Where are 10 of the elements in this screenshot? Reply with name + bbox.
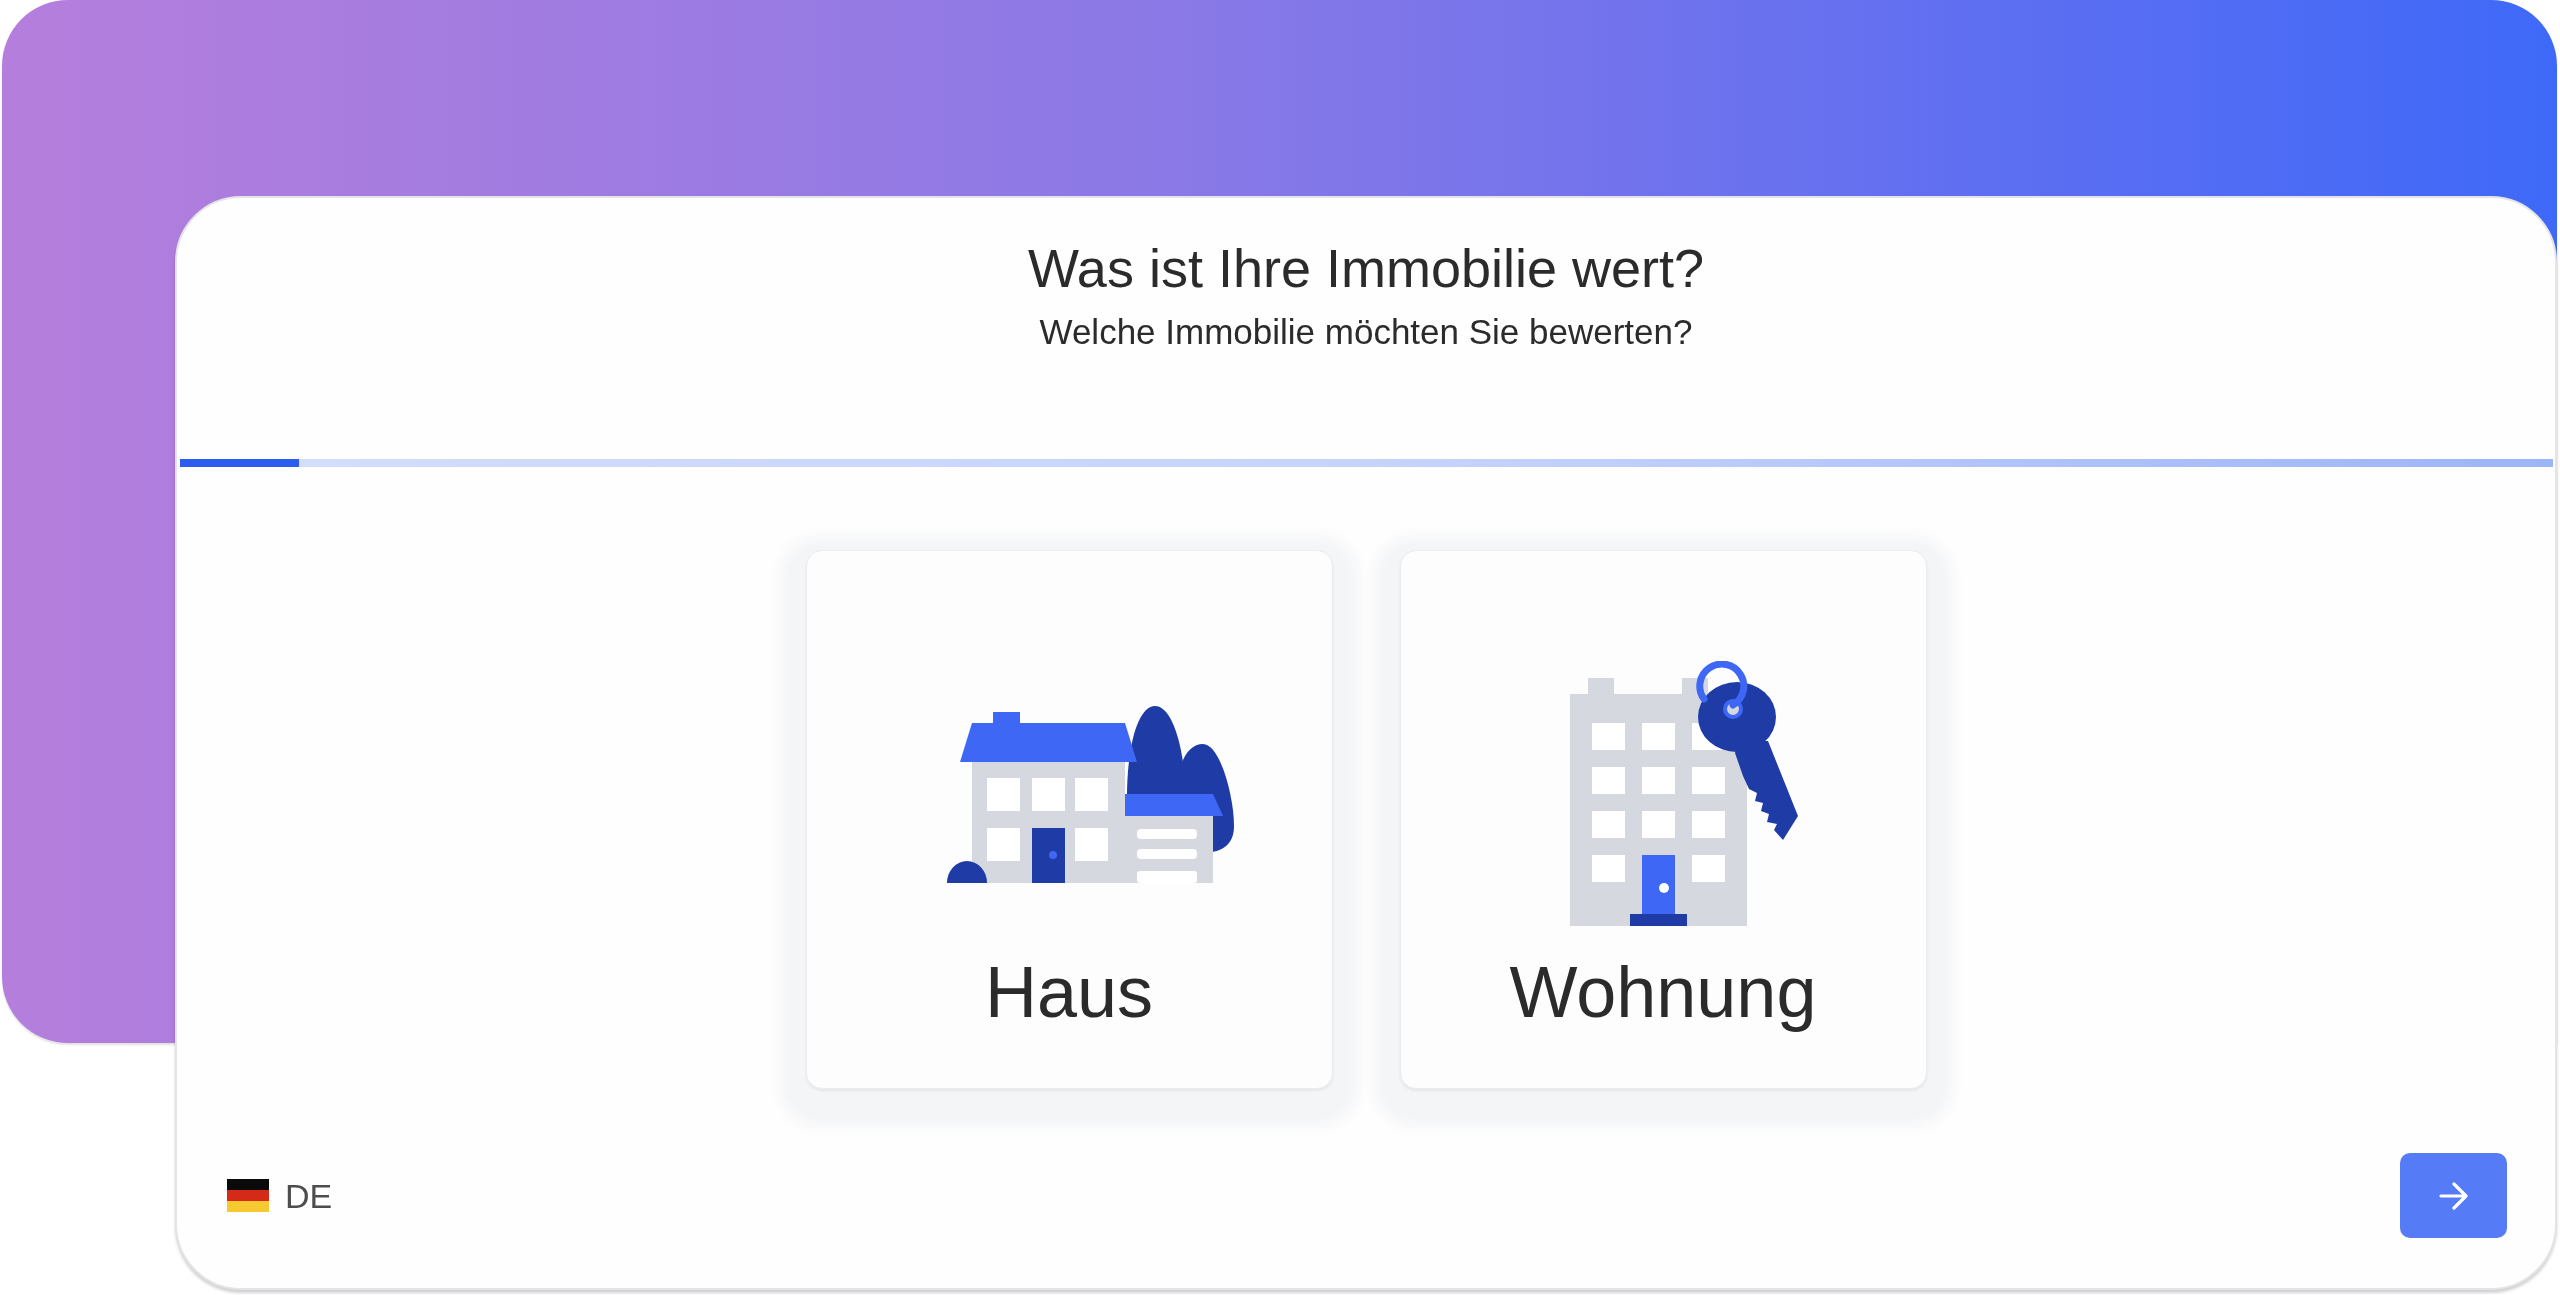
language-selector[interactable]: DE: [227, 1175, 333, 1216]
page-title: Was ist Ihre Immobilie wert?: [1026, 237, 1706, 300]
page-subtitle: Welche Immobilie möchten Sie bewerten?: [1038, 312, 1694, 352]
flag-icon: [227, 1179, 269, 1212]
property-type-option[interactable]: Haus: [805, 550, 1333, 1089]
property-type-option[interactable]: Wohnung: [1399, 550, 1927, 1089]
arrow-right-icon: [2439, 1181, 2468, 1210]
next-button[interactable]: [2400, 1153, 2507, 1238]
building-with-key-icon: [1569, 660, 1801, 928]
house-icon: [946, 704, 1236, 884]
